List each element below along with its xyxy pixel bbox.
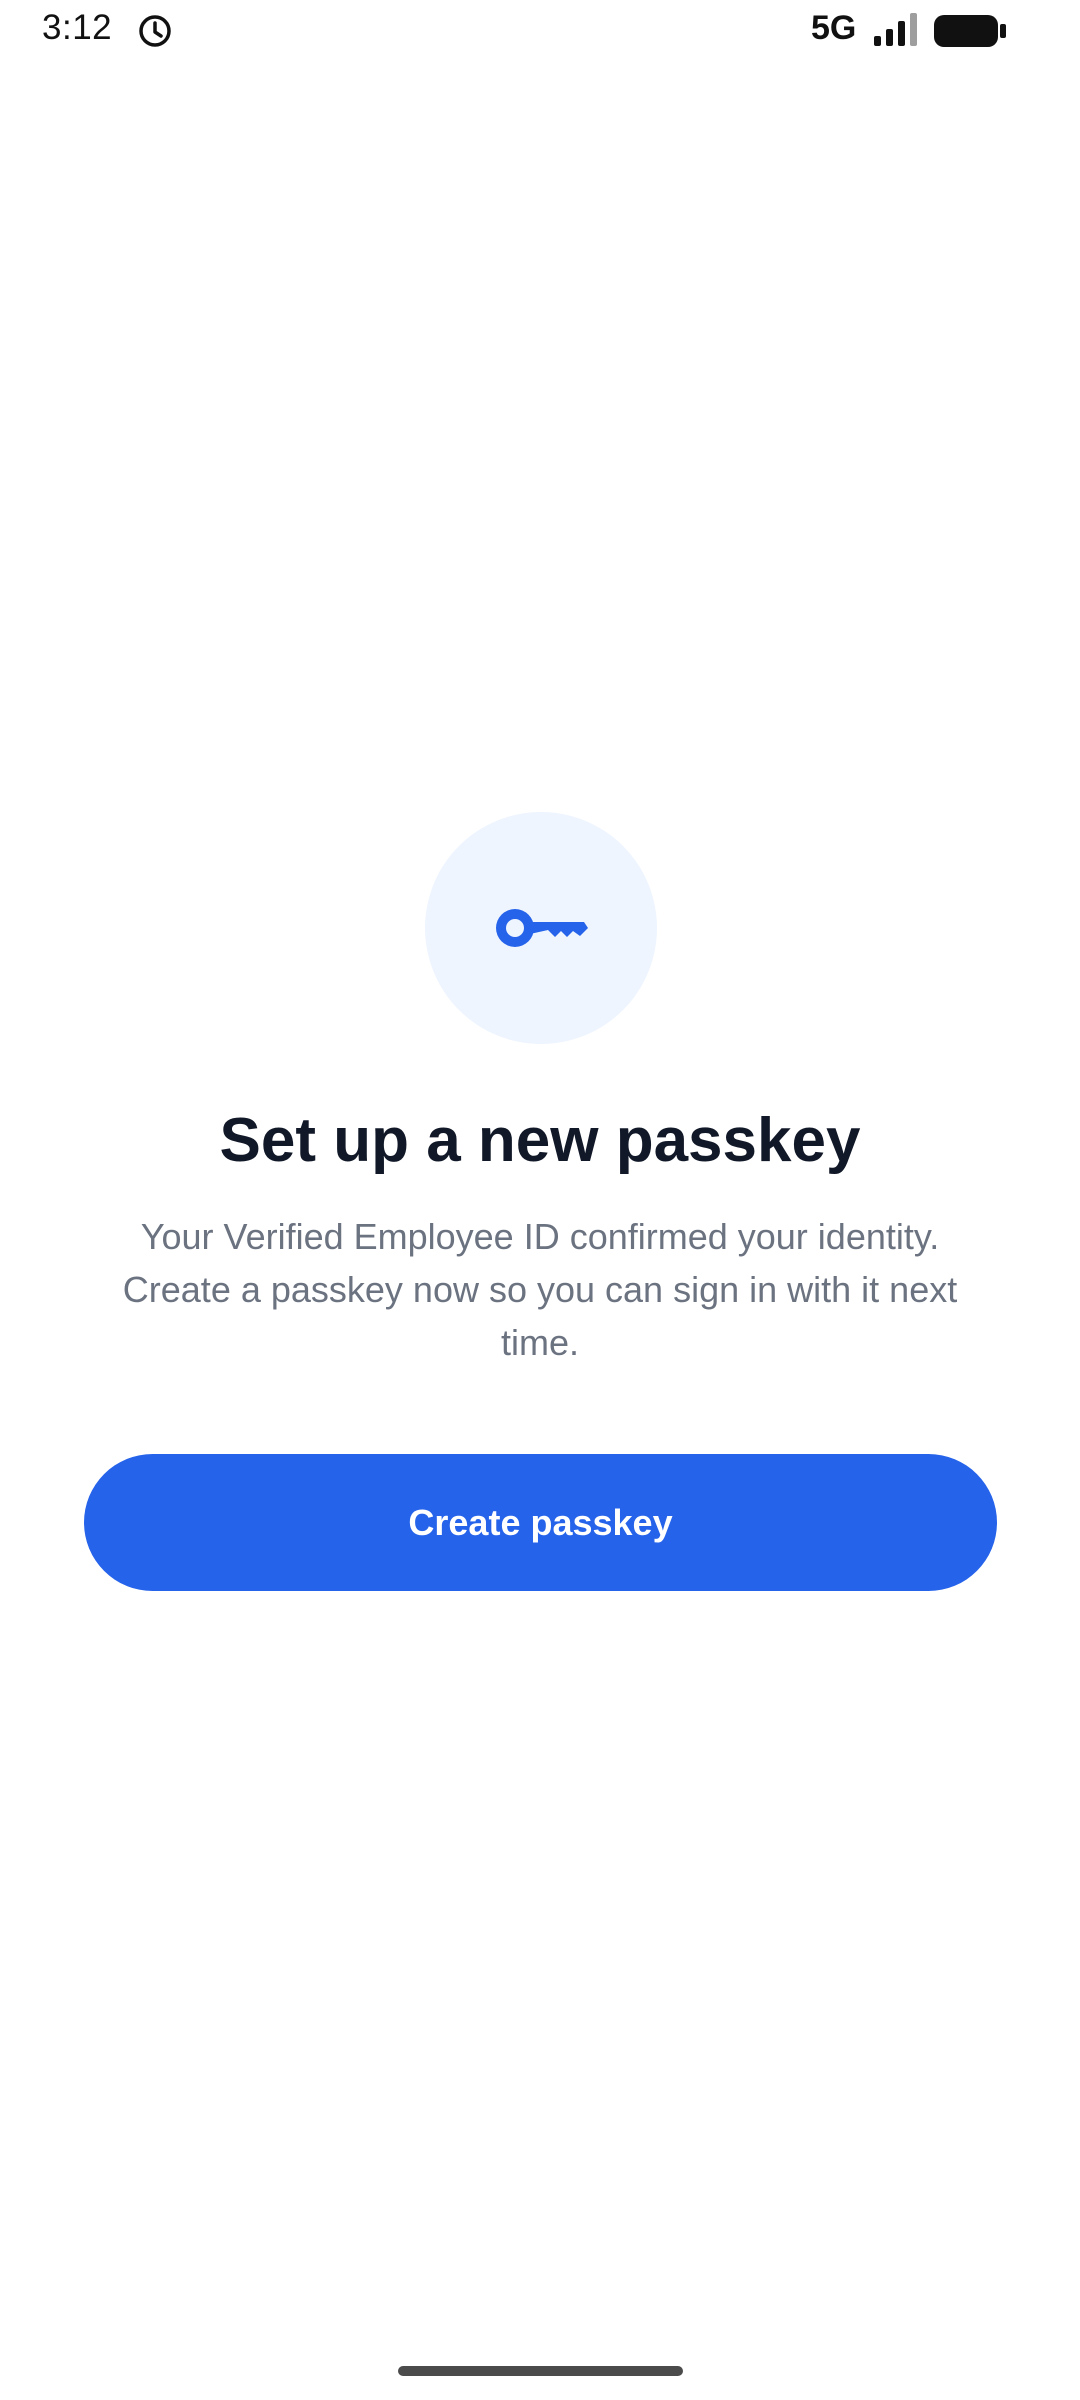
network-type-label: 5G xyxy=(811,9,857,47)
page-title: Set up a new passkey xyxy=(219,1106,861,1175)
status-bar: 3:12 5G xyxy=(0,0,1080,64)
signal-bars-icon xyxy=(874,13,917,46)
status-time: 3:12 xyxy=(42,8,113,47)
home-indicator-bar[interactable] xyxy=(398,2366,683,2376)
create-passkey-button[interactable]: Create passkey xyxy=(84,1454,997,1591)
key-icon xyxy=(496,909,588,947)
page-description: Your Verified Employee ID confirmed your… xyxy=(122,1216,958,1363)
battery-full-icon xyxy=(934,15,1006,47)
alarm-clock-icon xyxy=(139,15,171,47)
